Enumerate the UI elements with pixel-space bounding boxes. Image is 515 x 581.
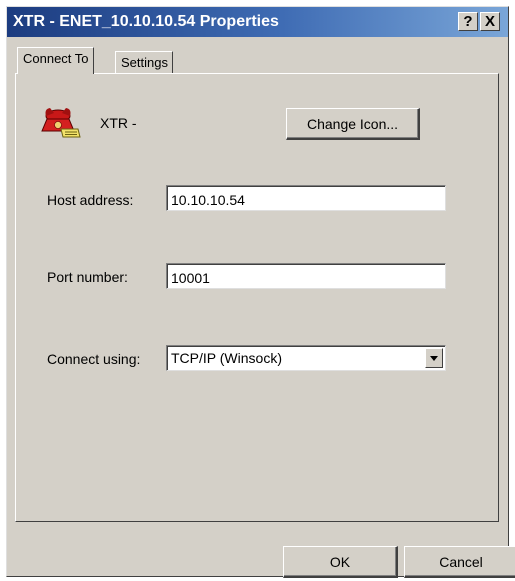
port-number-label: Port number: [47, 269, 128, 285]
tab-connect-to[interactable]: Connect To [17, 47, 94, 74]
tab-settings[interactable]: Settings [115, 51, 173, 73]
connect-using-value: TCP/IP (Winsock) [171, 350, 282, 366]
ok-button[interactable]: OK [283, 546, 398, 578]
host-address-input[interactable] [166, 185, 446, 211]
connect-using-label: Connect using: [47, 351, 141, 367]
tab-panel [15, 73, 499, 522]
close-icon: X [484, 13, 495, 30]
connection-name: XTR - [100, 115, 137, 131]
connect-using-select[interactable]: TCP/IP (Winsock) [166, 345, 446, 371]
phone-icon [41, 108, 81, 138]
chevron-down-icon [430, 355, 438, 361]
change-icon-button[interactable]: Change Icon... [286, 108, 420, 140]
port-number-input[interactable] [166, 263, 446, 289]
window-title: XTR - ENET_10.10.10.54 Properties [13, 13, 279, 30]
title-bar[interactable]: XTR - ENET_10.10.10.54 Properties ? X [7, 7, 508, 37]
cancel-button[interactable]: Cancel [404, 546, 515, 578]
properties-dialog: XTR - ENET_10.10.10.54 Properties ? X Co… [6, 6, 515, 578]
dropdown-button[interactable] [425, 348, 443, 368]
help-button[interactable]: ? [458, 12, 478, 31]
question-mark-icon: ? [463, 13, 473, 30]
close-button[interactable]: X [480, 12, 500, 31]
host-address-label: Host address: [47, 192, 134, 208]
